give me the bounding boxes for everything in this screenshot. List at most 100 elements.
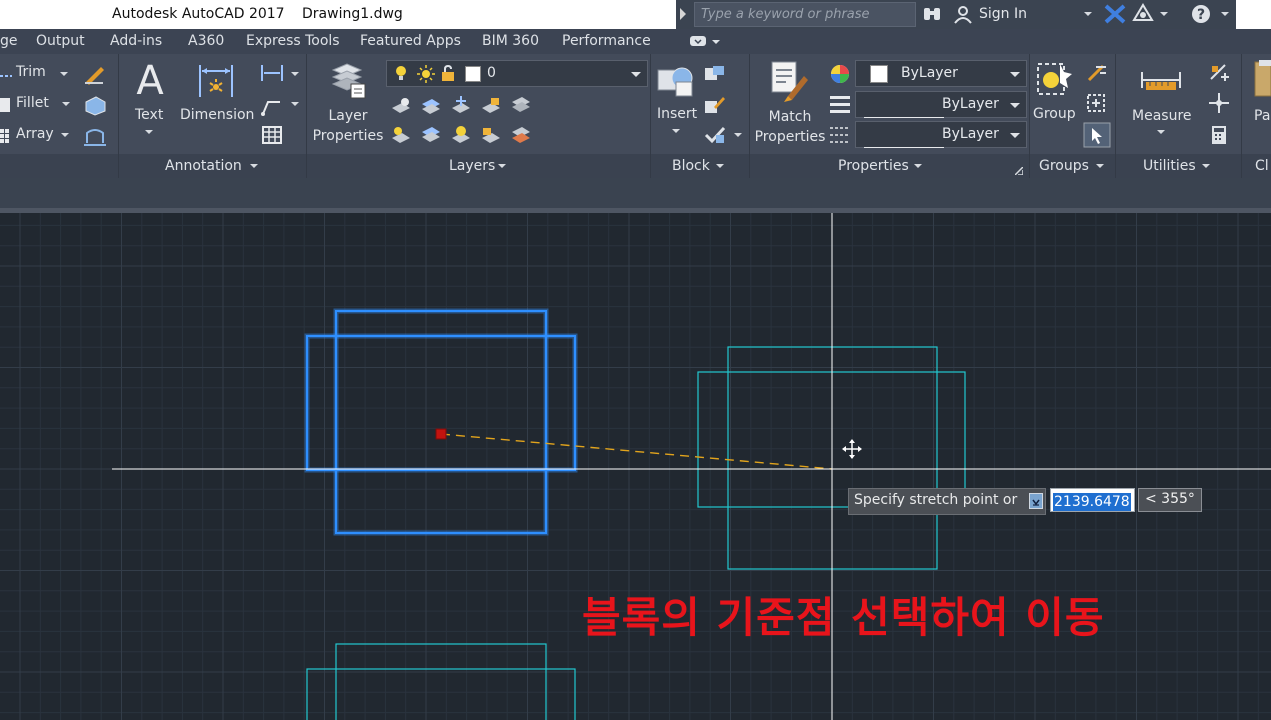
signin-dropdown-icon[interactable] bbox=[1084, 12, 1092, 16]
angle-input[interactable]: < 355° bbox=[1138, 488, 1202, 512]
fillet-button[interactable]: Fillet bbox=[16, 95, 49, 111]
paste-button[interactable]: Pa bbox=[1254, 108, 1270, 124]
quick-select-icon[interactable] bbox=[1209, 63, 1231, 87]
layer-isolate-icon[interactable] bbox=[420, 94, 442, 120]
layer-on-icon[interactable] bbox=[390, 124, 412, 150]
user-icon[interactable] bbox=[953, 4, 973, 28]
trim-dropdown-icon[interactable] bbox=[60, 72, 68, 76]
tab-featured-apps[interactable]: Featured Apps bbox=[360, 33, 461, 49]
sign-in-link[interactable]: Sign In bbox=[979, 6, 1027, 22]
layer-match-icon[interactable] bbox=[510, 94, 532, 120]
layer-unlock-icon[interactable] bbox=[480, 124, 502, 150]
group-edit-icon[interactable] bbox=[1086, 93, 1108, 117]
leader-dropdown-icon[interactable] bbox=[291, 102, 299, 106]
color-dropdown[interactable]: ByLayer bbox=[855, 60, 1027, 87]
lineweight-dropdown[interactable]: ByLayer bbox=[855, 121, 1027, 148]
block-attribute-icon[interactable] bbox=[704, 125, 726, 149]
groups-panel-title[interactable]: Groups bbox=[1039, 158, 1089, 174]
distance-input[interactable]: 2139.6478 bbox=[1050, 488, 1135, 512]
linetype-dropdown[interactable]: ByLayer bbox=[855, 91, 1027, 118]
fillet-icon[interactable] bbox=[0, 97, 10, 116]
tab-a360[interactable]: A360 bbox=[188, 33, 224, 49]
block-expand-icon[interactable] bbox=[716, 164, 724, 168]
calculator-icon[interactable] bbox=[1211, 125, 1227, 149]
layer-lock-icon[interactable] bbox=[480, 94, 502, 120]
text-icon[interactable]: A bbox=[133, 58, 167, 104]
block-panel-title[interactable]: Block bbox=[672, 158, 710, 174]
group-button[interactable]: Group bbox=[1033, 106, 1076, 122]
help-dropdown-icon[interactable] bbox=[1221, 12, 1229, 16]
base-grip[interactable] bbox=[435, 428, 447, 440]
layer-freeze-icon[interactable] bbox=[450, 94, 472, 120]
array-dropdown-icon[interactable] bbox=[61, 133, 69, 137]
tab-output[interactable]: Output bbox=[36, 33, 85, 49]
group-selection-icon[interactable] bbox=[1083, 122, 1111, 152]
tab-add-ins[interactable]: Add-ins bbox=[110, 33, 162, 49]
match-properties-button[interactable]: Match Properties bbox=[752, 107, 828, 147]
group-icon[interactable] bbox=[1036, 60, 1076, 104]
search-input[interactable] bbox=[694, 2, 916, 27]
layer-off-icon[interactable] bbox=[390, 96, 412, 120]
text-button[interactable]: Text bbox=[135, 107, 163, 123]
paste-icon[interactable] bbox=[1253, 60, 1271, 104]
layers-panel-title[interactable]: Layers bbox=[449, 158, 495, 174]
lower-block[interactable] bbox=[306, 643, 576, 720]
edit-block-icon[interactable] bbox=[704, 95, 726, 119]
layer-unisolate-icon[interactable] bbox=[420, 124, 442, 150]
connected-dropdown-icon[interactable] bbox=[1160, 12, 1168, 16]
linear-dim-icon[interactable] bbox=[260, 63, 284, 87]
block-outer-rect[interactable] bbox=[335, 310, 547, 534]
insert-button[interactable]: Insert bbox=[657, 106, 697, 122]
insert-block-icon[interactable] bbox=[656, 60, 696, 104]
dialog-launcher-icon[interactable] bbox=[1014, 160, 1024, 179]
tab-express-tools[interactable]: Express Tools bbox=[246, 33, 340, 49]
solid-edit-icon[interactable] bbox=[83, 94, 107, 120]
ungroup-icon[interactable] bbox=[1086, 63, 1108, 87]
block-cross-rect[interactable] bbox=[306, 335, 576, 471]
help-icon[interactable]: ? bbox=[1191, 4, 1211, 28]
fillet-dropdown-icon[interactable] bbox=[62, 102, 70, 106]
utilities-panel-title[interactable]: Utilities bbox=[1143, 158, 1196, 174]
leader-icon[interactable] bbox=[260, 94, 284, 120]
ribbon-minimize-icon[interactable] bbox=[690, 36, 722, 52]
insert-dropdown-icon[interactable] bbox=[672, 129, 680, 133]
tab-bim-360[interactable]: BIM 360 bbox=[482, 33, 539, 49]
trim-button[interactable]: Trim bbox=[16, 64, 46, 80]
linear-dim-dropdown-icon[interactable] bbox=[291, 72, 299, 76]
text-dropdown-icon[interactable] bbox=[145, 130, 153, 134]
create-block-icon[interactable] bbox=[704, 65, 726, 87]
expand-arrow-icon[interactable] bbox=[680, 8, 686, 20]
annotation-panel-title[interactable]: Annotation bbox=[165, 158, 242, 174]
prompt-options-icon[interactable] bbox=[1029, 493, 1043, 509]
id-point-icon[interactable] bbox=[1209, 93, 1229, 117]
measure-icon[interactable] bbox=[1140, 68, 1182, 96]
clipboard-panel-title[interactable]: Cl bbox=[1255, 158, 1269, 174]
dimension-button[interactable]: Dimension bbox=[180, 107, 254, 123]
properties-panel-title[interactable]: Properties bbox=[838, 158, 909, 174]
offset-icon[interactable] bbox=[83, 125, 107, 151]
array-button[interactable]: Array bbox=[16, 126, 54, 142]
properties-expand-icon[interactable] bbox=[914, 164, 922, 168]
layer-properties-button[interactable]: Layer Properties bbox=[308, 106, 388, 146]
selected-block-original[interactable] bbox=[304, 308, 578, 536]
edit-pencil-icon[interactable] bbox=[83, 63, 107, 89]
binoculars-icon[interactable] bbox=[922, 5, 942, 27]
utilities-expand-icon[interactable] bbox=[1202, 164, 1210, 168]
match-properties-icon[interactable] bbox=[770, 60, 810, 106]
annotation-expand-icon[interactable] bbox=[250, 164, 258, 168]
tab-manage[interactable]: ge bbox=[0, 33, 18, 49]
layers-expand-icon[interactable] bbox=[498, 164, 506, 168]
layer-walk-icon[interactable] bbox=[510, 124, 532, 150]
table-icon[interactable] bbox=[262, 126, 282, 148]
trim-icon[interactable] bbox=[0, 67, 12, 86]
array-icon[interactable] bbox=[0, 128, 10, 147]
measure-dropdown-icon[interactable] bbox=[1157, 130, 1165, 134]
tab-performance[interactable]: Performance bbox=[562, 33, 651, 49]
stay-connected-icon[interactable] bbox=[1132, 3, 1154, 27]
layer-properties-icon[interactable] bbox=[329, 60, 367, 104]
groups-expand-icon[interactable] bbox=[1096, 164, 1104, 168]
measure-button[interactable]: Measure bbox=[1132, 108, 1192, 124]
layer-dropdown[interactable]: 0 bbox=[386, 60, 648, 87]
block-attribute-dropdown-icon[interactable] bbox=[734, 133, 742, 137]
dimension-icon[interactable] bbox=[196, 61, 236, 105]
